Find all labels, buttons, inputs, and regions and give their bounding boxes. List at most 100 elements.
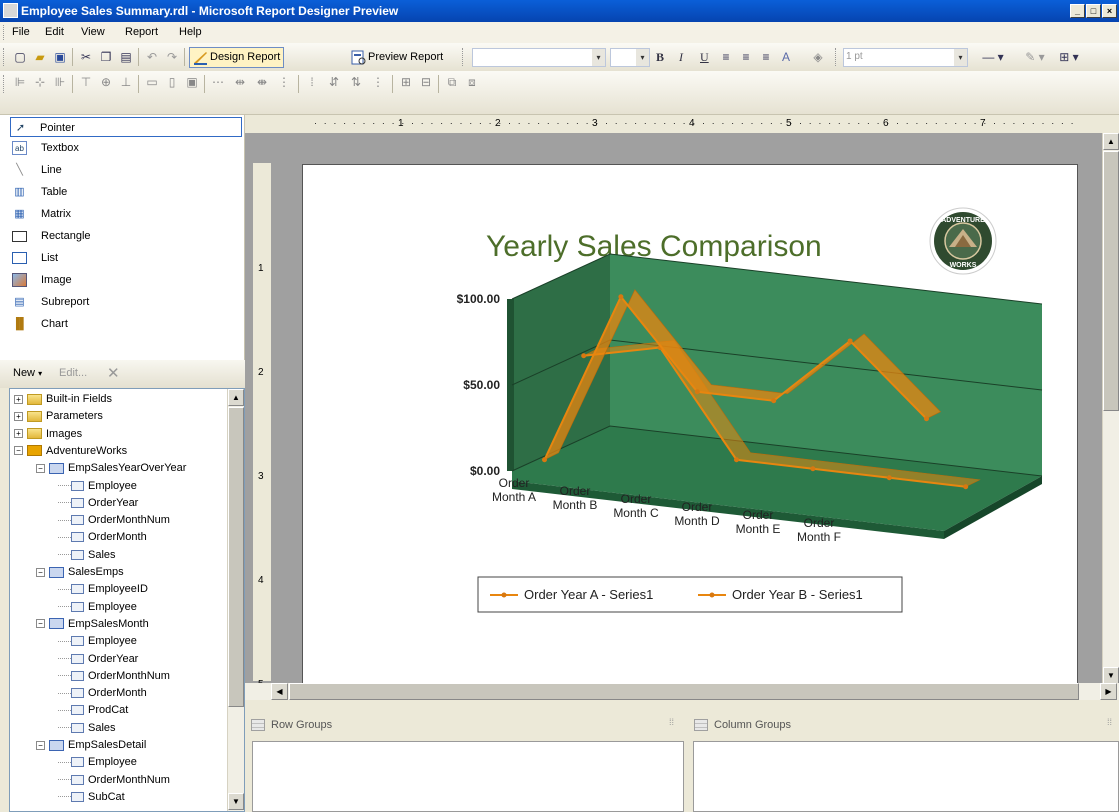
align-tops-icon[interactable]: ⊤ (78, 74, 94, 90)
tree-node-dataset[interactable]: − SalesEmps (36, 563, 124, 581)
bold-button[interactable]: B (656, 50, 664, 65)
v-spacing-decrease-icon[interactable]: ⇅ (348, 74, 364, 90)
collapse-icon[interactable]: − (36, 740, 45, 750)
expand-icon[interactable]: + (14, 394, 23, 404)
tree-node-field[interactable]: ProdCat (58, 701, 128, 719)
align-bottoms-icon[interactable]: ⊥ (118, 74, 134, 90)
expand-icon[interactable]: + (14, 429, 23, 439)
tree-node-field[interactable]: OrderYear (58, 494, 138, 512)
italic-button[interactable]: I (679, 50, 683, 65)
tree-node-field[interactable]: Sales (58, 546, 116, 564)
save-icon[interactable]: ▣ (52, 49, 68, 65)
line-width-combo[interactable]: 1 pt ▾ (843, 48, 968, 67)
tree-node-field[interactable]: OrderYear (58, 650, 138, 668)
line-style-icon[interactable]: — ▾ (973, 49, 1013, 65)
font-color-icon[interactable]: A (778, 49, 794, 65)
tool-textbox[interactable]: ab Textbox (12, 138, 79, 158)
tool-pointer[interactable]: ➚ Pointer (10, 117, 242, 137)
fill-color-icon[interactable]: ◈ (810, 49, 826, 65)
align-right-icon[interactable]: ≡ (758, 49, 774, 65)
center-horizontally-icon[interactable]: ⊞ (398, 74, 414, 90)
tree-node-field[interactable]: Sales (58, 719, 116, 737)
redo-icon[interactable]: ↷ (164, 49, 180, 65)
menu-view[interactable]: View (81, 26, 105, 38)
v-spacing-increase-icon[interactable]: ⇵ (326, 74, 342, 90)
center-vertically-icon[interactable]: ⊟ (418, 74, 434, 90)
align-rights-icon[interactable]: ⊪ (52, 74, 68, 90)
row-groups-box[interactable] (252, 741, 684, 812)
tree-node-field[interactable]: Employee (58, 753, 137, 771)
tree-node-field[interactable]: OrderMonthNum (58, 667, 170, 685)
tree-node-folder[interactable]: + Parameters (14, 407, 103, 425)
tree-scroll-thumb[interactable] (228, 407, 244, 707)
tree-node-field[interactable]: OrderMonth (58, 684, 147, 702)
tree-node-folder[interactable]: + Built-in Fields (14, 390, 112, 408)
tree-node-field[interactable]: Employee (58, 632, 137, 650)
scroll-right-icon[interactable]: ▶ (1100, 683, 1117, 700)
design-hscroll-thumb[interactable] (289, 683, 1079, 700)
tool-image[interactable]: Image (12, 270, 72, 290)
tree-node-dataset[interactable]: − EmpSalesMonth (36, 615, 149, 633)
tree-scrollbar[interactable]: ▲ ▼ (227, 389, 244, 811)
font-size-combo[interactable]: ▾ (610, 48, 650, 67)
border-icon[interactable]: ⊞ ▾ (1055, 49, 1083, 65)
tree-node-field[interactable]: Employee (58, 598, 137, 616)
tree-node-field[interactable]: EmployeeID (58, 580, 148, 598)
align-center-icon[interactable]: ≡ (738, 49, 754, 65)
line-color-icon[interactable]: ✎ ▾ (1020, 49, 1050, 65)
tool-chart[interactable]: ▐▌ Chart (12, 314, 68, 334)
dataset-tree[interactable]: + Built-in Fields + Parameters + Images − Adven… (9, 388, 245, 812)
h-spacing-equal-icon[interactable]: ⋯ (210, 74, 226, 90)
scroll-down-icon[interactable]: ▼ (228, 793, 244, 810)
scroll-left-icon[interactable]: ◀ (271, 683, 288, 700)
preview-report-button[interactable]: Preview Report (347, 47, 447, 68)
maximize-button[interactable]: □ (1086, 4, 1101, 18)
font-family-combo[interactable]: ▾ (472, 48, 606, 67)
scroll-up-icon[interactable]: ▲ (1103, 133, 1119, 150)
undo-icon[interactable]: ↶ (144, 49, 160, 65)
tool-table[interactable]: ▥ Table (12, 182, 67, 202)
tree-node-folder[interactable]: + Images (14, 425, 82, 443)
tool-list[interactable]: List (12, 248, 58, 268)
delete-icon[interactable]: ✕ (107, 364, 120, 382)
v-spacing-equal-icon[interactable]: ⁞ (304, 74, 320, 90)
edit-button[interactable]: Edit... (59, 367, 87, 379)
menu-file[interactable]: File (12, 26, 30, 38)
scroll-up-icon[interactable]: ▲ (228, 389, 244, 406)
h-spacing-increase-icon[interactable]: ⇹ (232, 74, 248, 90)
design-horizontal-scrollbar[interactable]: ◀ ▶ (245, 683, 1119, 700)
menu-help[interactable]: Help (179, 26, 202, 38)
same-width-icon[interactable]: ▭ (144, 74, 160, 90)
same-height-icon[interactable]: ▯ (164, 74, 180, 90)
tree-node-datasource[interactable]: − AdventureWorks (14, 442, 127, 460)
new-dropdown[interactable]: New ▾ (13, 367, 42, 379)
copy-icon[interactable]: ❐ (98, 49, 114, 65)
menu-report[interactable]: Report (125, 26, 158, 38)
align-left-icon[interactable]: ≡ (718, 49, 734, 65)
tree-node-dataset[interactable]: − EmpSalesYearOverYear (36, 459, 186, 477)
collapse-icon[interactable]: − (36, 463, 45, 473)
close-button[interactable]: × (1102, 4, 1117, 18)
cut-icon[interactable]: ✂ (78, 49, 94, 65)
design-vertical-scrollbar[interactable]: ▲ ▼ (1102, 133, 1119, 685)
design-scroll-thumb[interactable] (1103, 151, 1119, 411)
row-groups-toggle-icon[interactable]: ⁞⁞ (669, 717, 674, 727)
align-centers-icon[interactable]: ⊹ (32, 74, 48, 90)
tool-line[interactable]: ╲ Line (12, 160, 62, 180)
sales-chart[interactable]: $0.00$50.00$100.00Order Month A Order Month… (302, 164, 1078, 689)
tree-node-field[interactable]: OrderMonthNum (58, 771, 170, 789)
tree-node-field[interactable]: SubCat (58, 788, 125, 806)
tool-rectangle[interactable]: Rectangle (12, 226, 91, 246)
minimize-button[interactable]: _ (1070, 4, 1085, 18)
h-spacing-decrease-icon[interactable]: ⇼ (254, 74, 270, 90)
design-report-button[interactable]: Design Report (189, 47, 285, 68)
expand-icon[interactable]: + (14, 411, 23, 421)
menu-edit[interactable]: Edit (45, 26, 64, 38)
tree-node-field[interactable]: OrderMonthNum (58, 511, 170, 529)
scroll-down-icon[interactable]: ▼ (1103, 667, 1119, 684)
column-groups-box[interactable] (693, 741, 1119, 812)
same-size-icon[interactable]: ▣ (184, 74, 200, 90)
collapse-icon[interactable]: − (14, 446, 23, 456)
bring-to-front-icon[interactable]: ⧉ (444, 74, 460, 90)
collapse-icon[interactable]: − (36, 567, 45, 577)
